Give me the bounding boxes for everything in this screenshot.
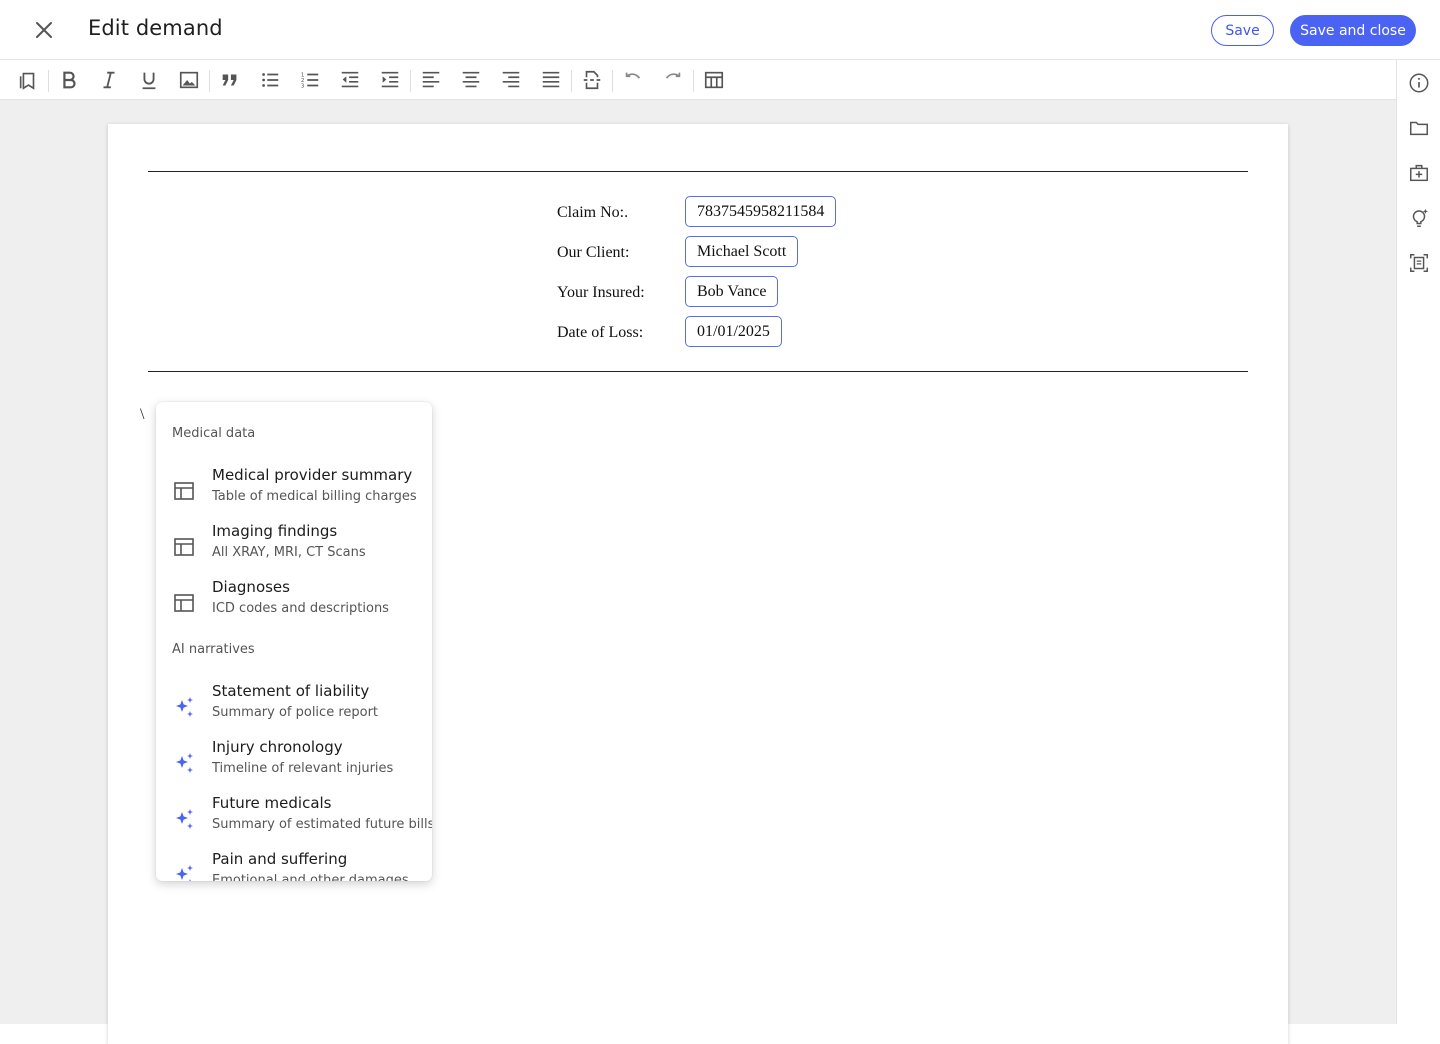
your-insured-field[interactable]: Bob Vance [685, 276, 779, 307]
header-rule-bottom [148, 371, 1248, 372]
menu-item-future-medicals[interactable]: Future medicals Summary of estimated fut… [156, 792, 432, 844]
your-insured-label: Your Insured: [557, 284, 645, 301]
toolbar-divider [693, 70, 694, 92]
header-bar: Edit demand Save Save and close [0, 0, 1440, 60]
sparkle-icon [176, 865, 193, 881]
menu-item-subtitle: Summary of police report [212, 705, 379, 720]
table-icon [174, 594, 194, 612]
save-and-close-button[interactable]: Save and close [1290, 15, 1416, 46]
menu-item-title: Imaging findings [212, 522, 338, 540]
sparkle-icon [176, 697, 193, 717]
menu-item-title: Statement of liability [212, 682, 370, 700]
italic-icon[interactable] [96, 68, 122, 92]
date-of-loss-field[interactable]: 01/01/2025 [685, 316, 782, 347]
page-break-icon[interactable] [579, 68, 605, 92]
menu-item-subtitle: All XRAY, MRI, CT Scans [212, 545, 366, 560]
header-rule-top [148, 171, 1248, 172]
bookmark-icon[interactable] [15, 68, 41, 92]
align-right-icon[interactable] [498, 68, 524, 92]
menu-item-injury-chronology[interactable]: Injury chronology Timeline of relevant i… [156, 736, 432, 788]
editor-toolbar: 123 [0, 60, 1396, 100]
image-icon[interactable] [176, 68, 202, 92]
menu-item-diagnoses[interactable]: Diagnoses ICD codes and descriptions [156, 576, 432, 628]
menu-item-title: Diagnoses [212, 578, 290, 596]
save-button[interactable]: Save [1211, 15, 1274, 46]
outdent-icon[interactable] [337, 68, 363, 92]
sparkle-icon [176, 809, 193, 829]
claim-no-label: Claim No:. [557, 204, 629, 221]
close-button[interactable] [28, 14, 60, 46]
menu-item-medical-provider-summary[interactable]: Medical provider summary Table of medica… [156, 464, 432, 516]
menu-item-title: Future medicals [212, 794, 332, 812]
menu-section-ai-narratives: AI narratives [172, 642, 255, 657]
align-left-icon[interactable] [418, 68, 444, 92]
indent-icon[interactable] [377, 68, 403, 92]
claim-no-field[interactable]: 7837545958211584 [685, 196, 837, 227]
menu-item-subtitle: Emotional and other damages [212, 873, 409, 881]
redo-icon[interactable] [660, 68, 686, 92]
sparkle-icon [176, 753, 193, 773]
table-icon [174, 482, 194, 500]
menu-item-subtitle: ICD codes and descriptions [212, 601, 389, 616]
lightbulb-sparkle-icon[interactable] [1407, 206, 1431, 230]
menu-item-pain-and-suffering[interactable]: Pain and suffering Emotional and other d… [156, 848, 432, 881]
menu-item-subtitle: Summary of estimated future bills [212, 817, 432, 832]
slash-command-text: \ [140, 406, 145, 423]
align-center-icon[interactable] [458, 68, 484, 92]
medical-kit-icon[interactable] [1407, 161, 1431, 185]
table-icon [174, 538, 194, 556]
toolbar-divider [571, 70, 572, 92]
table-icon[interactable] [701, 68, 727, 92]
our-client-field[interactable]: Michael Scott [685, 236, 799, 267]
menu-item-title: Injury chronology [212, 738, 343, 756]
toolbar-divider [48, 70, 49, 92]
undo-icon[interactable] [620, 68, 646, 92]
svg-text:3: 3 [301, 83, 305, 89]
bold-icon[interactable] [56, 68, 82, 92]
slash-command-menu: Medical data Medical provider summary Ta… [156, 402, 432, 881]
toolbar-divider [410, 70, 411, 92]
numbered-list-icon[interactable]: 123 [297, 68, 323, 92]
quote-icon[interactable] [217, 68, 243, 92]
page-title: Edit demand [88, 16, 223, 40]
menu-item-title: Medical provider summary [212, 466, 413, 484]
menu-item-subtitle: Table of medical billing charges [212, 489, 417, 504]
info-icon[interactable] [1407, 71, 1431, 95]
bullet-list-icon[interactable] [257, 68, 283, 92]
toolbar-divider [612, 70, 613, 92]
date-of-loss-label: Date of Loss: [557, 324, 644, 341]
document-scan-icon[interactable] [1407, 251, 1431, 275]
underline-icon[interactable] [136, 68, 162, 92]
menu-item-imaging-findings[interactable]: Imaging findings All XRAY, MRI, CT Scans [156, 520, 432, 572]
align-justify-icon[interactable] [538, 68, 564, 92]
toolbar-divider [209, 70, 210, 92]
folder-icon[interactable] [1407, 116, 1431, 140]
our-client-label: Our Client: [557, 244, 630, 261]
menu-item-statement-of-liability[interactable]: Statement of liability Summary of police… [156, 680, 432, 732]
close-icon [36, 22, 52, 38]
right-rail [1396, 60, 1440, 1024]
menu-item-title: Pain and suffering [212, 850, 348, 868]
menu-item-subtitle: Timeline of relevant injuries [212, 761, 394, 776]
menu-section-medical-data: Medical data [172, 426, 256, 441]
